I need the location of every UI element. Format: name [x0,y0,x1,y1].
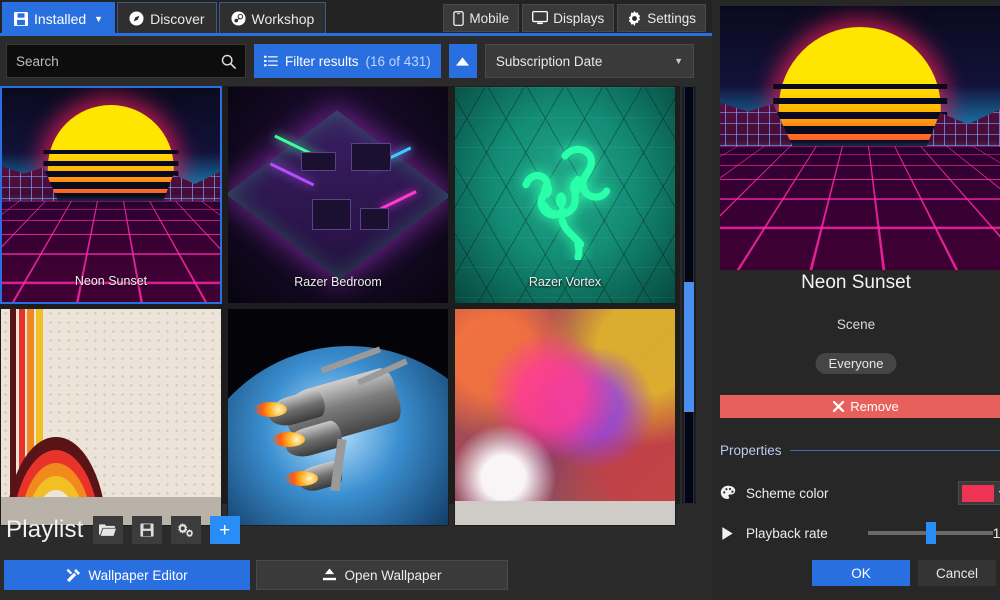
grid-scrollbar[interactable] [682,86,696,504]
filter-bar: Search Filter results (16 of 431) Subscr… [0,40,700,82]
wallpaper-tile-6[interactable] [454,308,676,526]
properties-divider [790,450,1000,451]
playlist-bar: Playlist + [0,506,712,554]
tab-installed-label: Installed [34,11,86,27]
playlist-open-folder-button[interactable] [93,516,123,544]
button-settings-label: Settings [647,11,696,26]
wallpaper-thumbnail [455,309,675,525]
palette-icon [720,485,746,501]
playback-rate-knob[interactable] [926,522,936,544]
playback-rate-slider[interactable] [868,531,993,535]
wallpaper-tile-4[interactable] [0,308,222,526]
wallpaper-thumbnail [228,87,448,303]
property-scheme-color: Scheme color ▼ [720,478,1000,508]
floppy-disk-icon [140,523,154,537]
playback-rate-value: 100 [993,525,1000,541]
tab-workshop-label: Workshop [252,11,315,27]
playlist-add-button[interactable]: + [210,516,240,544]
details-type: Scene [712,317,1000,332]
chevron-down-icon: ▼ [674,56,683,66]
remove-label: Remove [850,399,898,414]
search-input[interactable]: Search [6,44,246,78]
property-playback-rate: Playback rate 100 [720,518,1000,548]
properties-label: Properties [720,443,782,458]
wallpaper-tile-razer-bedroom[interactable]: Razer Bedroom [227,86,449,304]
compass-icon [129,11,144,26]
wallpaper-tile-5[interactable] [227,308,449,526]
wallpaper-editor-label: Wallpaper Editor [88,568,187,583]
tab-installed[interactable]: Installed ▼ [2,2,115,34]
search-placeholder: Search [16,54,221,69]
bottom-action-bar: Wallpaper Editor Open Wallpaper [4,560,710,590]
playlist-save-button[interactable] [132,516,162,544]
chevron-down-icon: ▼ [94,14,103,24]
open-wallpaper-label: Open Wallpaper [344,568,441,583]
scheme-color-swatch [962,485,994,502]
details-title: Neon Sunset [712,272,1000,294]
ok-button[interactable]: OK [812,560,910,586]
filter-list-icon [264,54,278,68]
folder-icon [99,523,116,537]
filter-results-count: (16 of 431) [366,54,431,69]
chevron-up-icon [456,57,469,66]
scheme-color-picker[interactable]: ▼ [958,481,1000,505]
tab-discover-label: Discover [150,11,204,27]
gears-icon [177,523,194,537]
phone-icon [453,11,464,26]
details-rating-badge: Everyone [816,353,897,374]
filter-results-label: Filter results [285,54,359,69]
tab-workshop[interactable]: Workshop [219,2,327,34]
top-right-buttons: Mobile Displays Settings [443,2,706,32]
button-settings[interactable]: Settings [617,4,706,32]
x-icon [833,401,844,412]
button-mobile[interactable]: Mobile [443,4,519,32]
scheme-color-label: Scheme color [746,486,866,501]
monitor-icon [532,11,548,25]
scrollbar-thumb[interactable] [684,282,694,412]
remove-button[interactable]: Remove [720,395,1000,418]
save-disk-icon [14,12,28,26]
playlist-title: Playlist [6,516,84,544]
razer-logo-icon [500,130,630,260]
wallpaper-tile-razer-vortex[interactable]: Razer Vortex [454,86,676,304]
cancel-button[interactable]: Cancel [918,560,996,586]
wallpaper-thumbnail [455,87,675,303]
wallpaper-grid: Neon Sunset Razer Bedroom [0,86,680,504]
button-displays-label: Displays [553,11,604,26]
plus-icon: + [219,521,230,540]
top-tab-bar: Installed ▼ Discover Workshop Mobile [0,0,712,36]
wallpaper-editor-button[interactable]: Wallpaper Editor [4,560,250,590]
wallpaper-preview[interactable] [720,6,1000,270]
playlist-settings-button[interactable] [171,516,201,544]
sort-direction-toggle[interactable] [449,44,477,78]
details-panel: Neon Sunset Scene Everyone Remove Proper… [712,0,1000,600]
play-icon [720,526,746,541]
gear-icon [627,11,642,26]
main-tabs: Installed ▼ Discover Workshop [0,0,326,36]
search-icon[interactable] [221,54,236,69]
wallpaper-tile-neon-sunset[interactable]: Neon Sunset [0,86,222,304]
button-mobile-label: Mobile [469,11,509,26]
wallpaper-thumbnail [228,309,448,525]
playback-rate-label: Playback rate [746,526,866,541]
upload-icon [322,568,337,582]
button-displays[interactable]: Displays [522,4,614,32]
open-wallpaper-button[interactable]: Open Wallpaper [256,560,508,590]
tools-icon [66,568,81,583]
tab-discover[interactable]: Discover [117,2,216,34]
filter-results-button[interactable]: Filter results (16 of 431) [254,44,441,78]
wallpaper-thumbnail [2,88,220,302]
sort-dropdown[interactable]: Subscription Date ▼ [485,44,694,78]
properties-header: Properties [720,443,1000,458]
wallpaper-thumbnail [1,309,221,525]
steam-icon [231,11,246,26]
sort-dropdown-value: Subscription Date [496,54,603,69]
